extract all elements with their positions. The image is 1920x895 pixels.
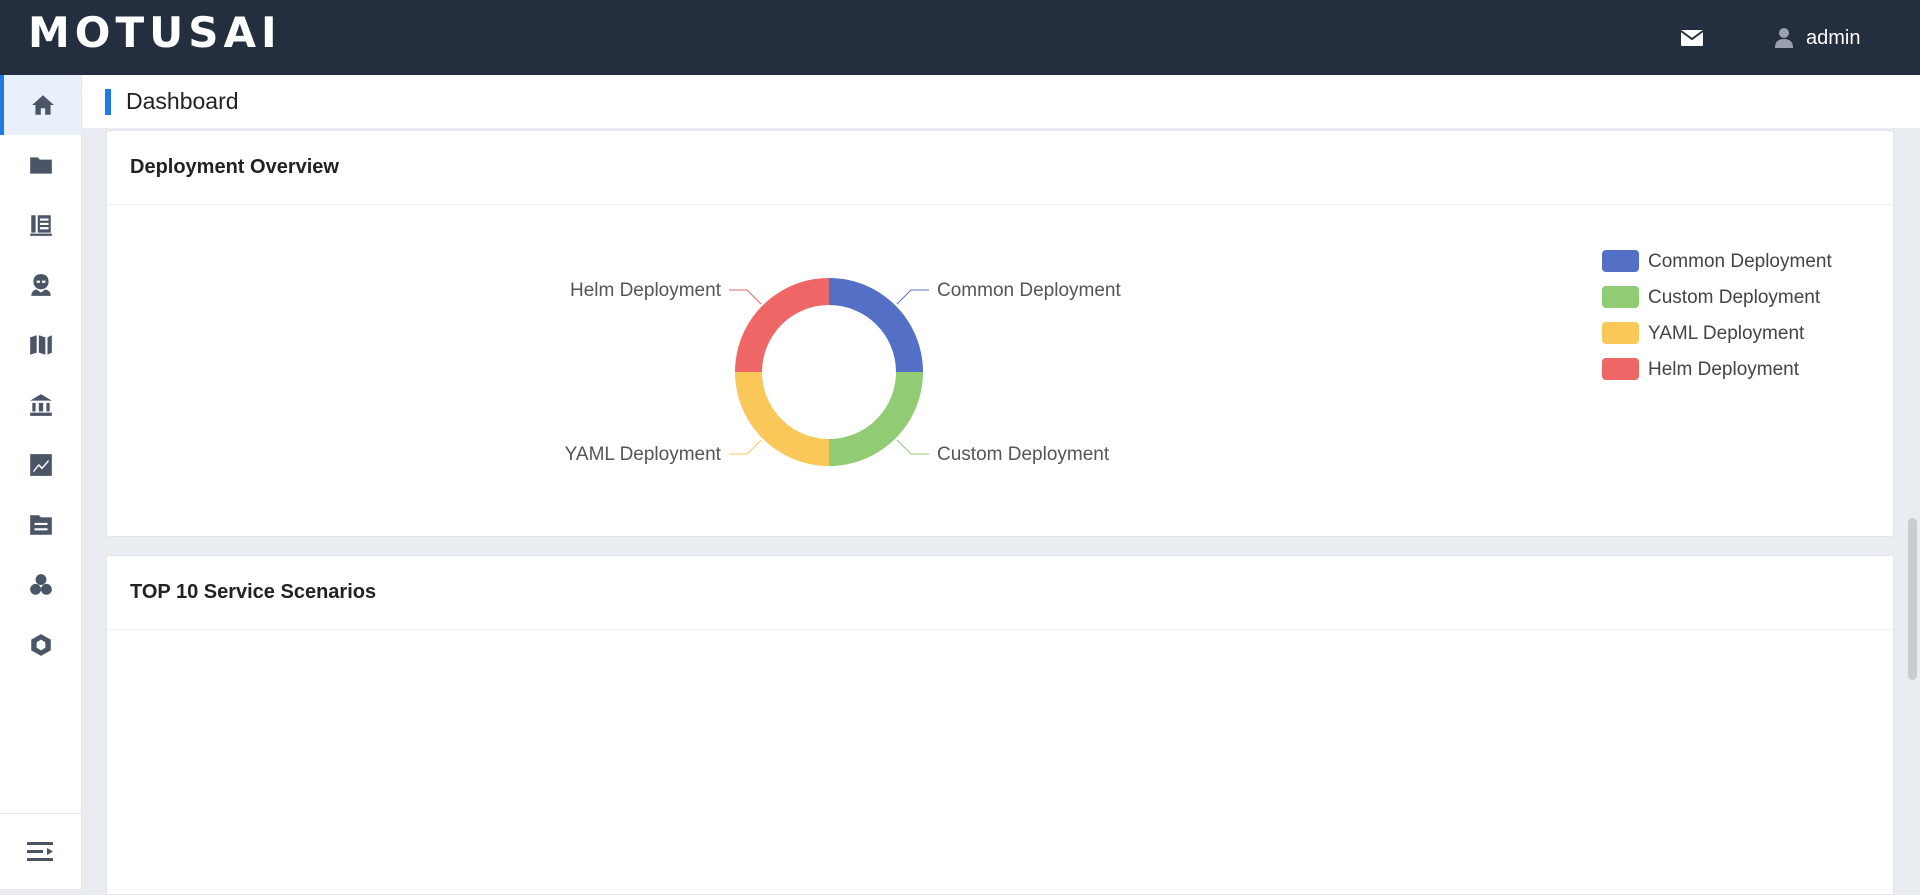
pie-slice-label: Common Deployment bbox=[937, 280, 1121, 301]
pie-slice-label: Custom Deployment bbox=[937, 444, 1110, 465]
folder-icon bbox=[29, 157, 52, 174]
pie-leader-line bbox=[896, 439, 930, 455]
card-header: Deployment Overview bbox=[107, 131, 1893, 205]
menu-collapse-icon bbox=[26, 842, 53, 861]
legend-swatch[interactable] bbox=[1602, 286, 1639, 308]
document-icon bbox=[29, 515, 52, 535]
pie-slice-label: Helm Deployment bbox=[570, 280, 722, 301]
sidebar-item-user-group[interactable] bbox=[0, 555, 81, 615]
sidebar-item-map[interactable] bbox=[0, 315, 81, 375]
breadcrumb-accent bbox=[105, 89, 111, 115]
legend-label[interactable]: Custom Deployment bbox=[1648, 287, 1821, 308]
deployment-overview-card: Deployment Overview Common Deployment Cus… bbox=[106, 130, 1894, 537]
pie-leader-line bbox=[896, 289, 930, 305]
book-icon bbox=[29, 215, 52, 236]
mail-icon[interactable] bbox=[1680, 28, 1704, 48]
pie-slice-label: YAML Deployment bbox=[565, 444, 722, 465]
legend-swatch[interactable] bbox=[1602, 322, 1639, 344]
sidebar-item-document[interactable] bbox=[0, 495, 81, 555]
pie-leader-line bbox=[728, 439, 762, 455]
bank-icon bbox=[29, 394, 52, 416]
sidebar-item-bank[interactable] bbox=[0, 375, 81, 435]
top-bar: MOTUSAI admin bbox=[0, 0, 1920, 75]
pie-leader-line bbox=[728, 289, 762, 305]
deployment-chart: Common Deployment Custom Deployment YAML D… bbox=[107, 206, 1893, 536]
scrollbar-track bbox=[1906, 128, 1920, 889]
agent-icon bbox=[30, 274, 51, 296]
map-icon bbox=[29, 335, 52, 355]
home-icon bbox=[31, 95, 54, 115]
page-title: Dashboard bbox=[126, 88, 239, 114]
sidebar bbox=[0, 75, 82, 889]
legend-label[interactable]: Common Deployment bbox=[1648, 251, 1832, 272]
sidebar-item-home[interactable] bbox=[0, 75, 81, 135]
legend-swatch[interactable] bbox=[1602, 358, 1639, 380]
user-icon bbox=[1775, 28, 1793, 48]
legend-label[interactable]: YAML Deployment bbox=[1648, 323, 1805, 344]
deployment-pie-chart: Common Deployment Custom Deployment YAML D… bbox=[565, 250, 1832, 466]
sidebar-collapse-button[interactable] bbox=[0, 813, 81, 890]
breadcrumb: Dashboard bbox=[82, 75, 1920, 128]
legend-swatch[interactable] bbox=[1602, 250, 1639, 272]
hexagon-icon bbox=[30, 634, 51, 656]
app-logo[interactable]: MOTUSAI bbox=[28, 12, 282, 54]
sidebar-item-folder[interactable] bbox=[0, 135, 81, 195]
user-name: admin bbox=[1806, 26, 1861, 49]
card-header: TOP 10 Service Scenarios bbox=[107, 556, 1893, 630]
sidebar-item-book[interactable] bbox=[0, 195, 81, 255]
user-group-icon bbox=[29, 574, 52, 595]
user-menu[interactable]: admin bbox=[1774, 24, 1860, 52]
top10-scenarios-card: TOP 10 Service Scenarios bbox=[106, 555, 1894, 895]
sidebar-item-hexagon[interactable] bbox=[0, 615, 81, 675]
chart-icon bbox=[29, 454, 52, 476]
sidebar-item-agent[interactable] bbox=[0, 255, 81, 315]
card-title: TOP 10 Service Scenarios bbox=[130, 581, 377, 603]
sidebar-item-chart[interactable] bbox=[0, 435, 81, 495]
card-title: Deployment Overview bbox=[130, 156, 339, 178]
legend-label[interactable]: Helm Deployment bbox=[1648, 359, 1800, 380]
scrollbar-thumb[interactable] bbox=[1908, 518, 1917, 680]
